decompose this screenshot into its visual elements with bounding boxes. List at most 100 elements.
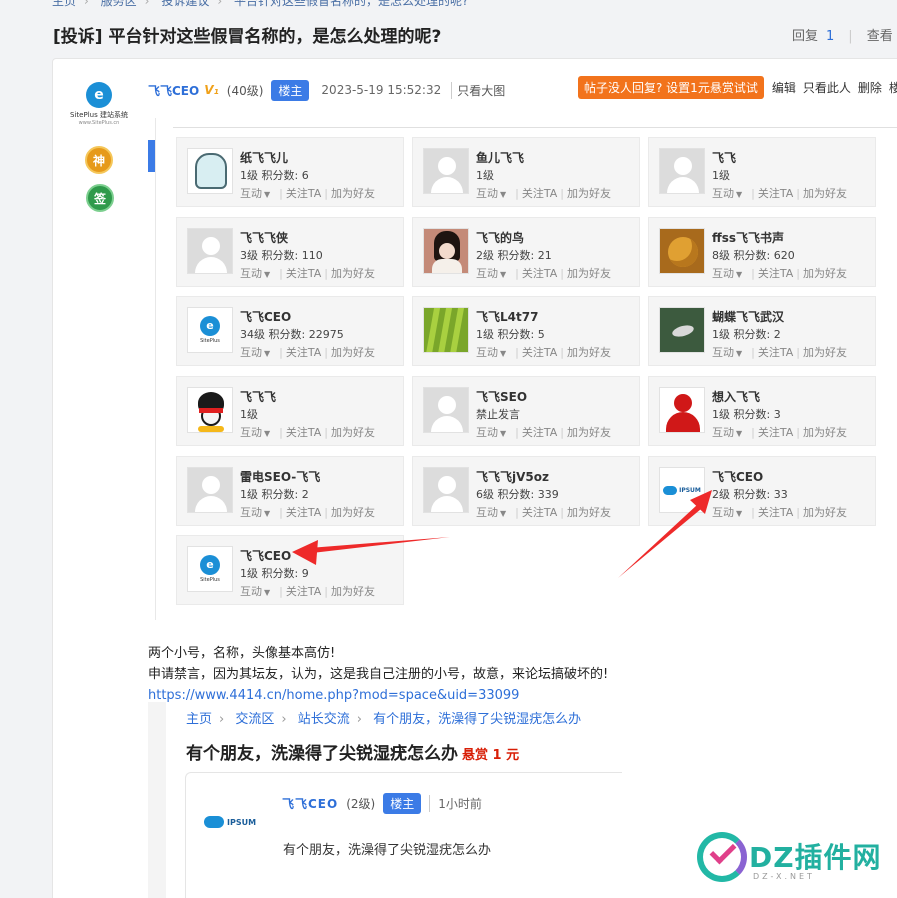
embedded-breadcrumb-home[interactable]: 主页 — [186, 712, 212, 727]
embedded-author-name[interactable]: 飞飞CEO — [282, 795, 338, 812]
follow-link[interactable]: 关注TA — [522, 426, 557, 439]
interact-dropdown[interactable]: 互动 — [240, 187, 262, 200]
user-card[interactable]: 飞飞L4t77 1级 积分数: 5 互动 ▼ | 关注TA | 加为好友 — [412, 296, 640, 366]
add-friend-link[interactable]: 加为好友 — [331, 187, 375, 200]
breadcrumb-complaint[interactable]: 投诉建议 — [161, 0, 209, 8]
user-name[interactable]: 飞飞CEO — [240, 308, 291, 325]
user-card[interactable]: e SitePlus 飞飞CEO 1级 积分数: 9 互动 ▼ | 关注TA | 加为好友 — [176, 535, 404, 605]
user-avatar[interactable] — [187, 467, 233, 513]
user-avatar[interactable]: e SitePlus — [187, 307, 233, 353]
user-name[interactable]: 飞飞飞 — [240, 388, 276, 405]
vip-badge-icon[interactable]: V₁ — [204, 83, 219, 97]
user-card[interactable]: 飞飞飞jV5oz 6级 积分数: 339 互动 ▼ | 关注TA | 加为好友 — [412, 456, 640, 526]
add-friend-link[interactable]: 加为好友 — [331, 267, 375, 280]
author-name[interactable]: 飞飞CEO — [148, 82, 199, 99]
follow-link[interactable]: 关注TA — [522, 346, 557, 359]
add-friend-link[interactable]: 加为好友 — [803, 187, 847, 200]
user-card[interactable]: 纸飞飞儿 1级 积分数: 6 互动 ▼ | 关注TA | 加为好友 — [176, 137, 404, 207]
user-card[interactable]: 想入飞飞 1级 积分数: 3 互动 ▼ | 关注TA | 加为好友 — [648, 376, 876, 446]
add-friend-link[interactable]: 加为好友 — [803, 506, 847, 519]
user-avatar[interactable] — [423, 307, 469, 353]
embedded-avatar[interactable]: IPSUM — [204, 808, 260, 836]
interact-dropdown[interactable]: 互动 — [712, 346, 734, 359]
user-name[interactable]: 飞飞L4t77 — [476, 308, 538, 325]
add-friend-link[interactable]: 加为好友 — [331, 506, 375, 519]
embedded-breadcrumb-webmaster[interactable]: 站长交流 — [298, 712, 350, 727]
user-avatar[interactable] — [659, 148, 705, 194]
add-friend-link[interactable]: 加为好友 — [567, 426, 611, 439]
delete-link[interactable]: 删除 — [858, 79, 882, 96]
follow-link[interactable]: 关注TA — [522, 267, 557, 280]
user-card[interactable]: 飞飞飞侠 3级 积分数: 110 互动 ▼ | 关注TA | 加为好友 — [176, 217, 404, 287]
only-image-link[interactable]: 只看大图 — [451, 81, 505, 99]
user-name[interactable]: 飞飞CEO — [712, 468, 763, 485]
user-avatar[interactable] — [423, 387, 469, 433]
add-friend-link[interactable]: 加为好友 — [803, 426, 847, 439]
add-friend-link[interactable]: 加为好友 — [803, 267, 847, 280]
floor-link[interactable]: 楼 — [889, 79, 897, 96]
add-friend-link[interactable]: 加为好友 — [567, 187, 611, 200]
only-author-link[interactable]: 只看此人 — [803, 79, 851, 96]
user-name[interactable]: 雷电SEO-飞飞 — [240, 468, 320, 485]
user-card[interactable]: IPSUM 飞飞CEO 2级 积分数: 33 互动 ▼ | 关注TA | 加为好友 — [648, 456, 876, 526]
interact-dropdown[interactable]: 互动 — [476, 346, 498, 359]
follow-link[interactable]: 关注TA — [758, 346, 793, 359]
breadcrumb-home[interactable]: 主页 — [52, 0, 76, 8]
user-avatar[interactable] — [659, 387, 705, 433]
user-card[interactable]: 飞飞 1级 互动 ▼ | 关注TA | 加为好友 — [648, 137, 876, 207]
add-friend-link[interactable]: 加为好友 — [331, 346, 375, 359]
user-name[interactable]: ffss飞飞书声 — [712, 229, 784, 246]
user-name[interactable]: 飞飞飞jV5oz — [476, 468, 549, 485]
interact-dropdown[interactable]: 互动 — [240, 426, 262, 439]
interact-dropdown[interactable]: 互动 — [712, 426, 734, 439]
interact-dropdown[interactable]: 互动 — [712, 187, 734, 200]
follow-link[interactable]: 关注TA — [286, 426, 321, 439]
interact-dropdown[interactable]: 互动 — [476, 267, 498, 280]
follow-link[interactable]: 关注TA — [522, 187, 557, 200]
interact-dropdown[interactable]: 互动 — [240, 506, 262, 519]
qian-medal-icon[interactable]: 签 — [81, 180, 119, 216]
user-avatar[interactable] — [423, 467, 469, 513]
user-card[interactable]: 飞飞SEO 禁止发言 互动 ▼ | 关注TA | 加为好友 — [412, 376, 640, 446]
embedded-breadcrumb-current[interactable]: 有个朋友，洗澡得了尖锐湿疣怎么办 — [373, 712, 581, 727]
user-avatar[interactable]: e SitePlus — [187, 546, 233, 592]
follow-link[interactable]: 关注TA — [286, 585, 321, 598]
user-card[interactable]: 蝴蝶飞飞武汉 1级 积分数: 2 互动 ▼ | 关注TA | 加为好友 — [648, 296, 876, 366]
user-avatar[interactable] — [659, 228, 705, 274]
user-card[interactable]: 雷电SEO-飞飞 1级 积分数: 2 互动 ▼ | 关注TA | 加为好友 — [176, 456, 404, 526]
add-friend-link[interactable]: 加为好友 — [567, 346, 611, 359]
user-card[interactable]: 鱼儿飞飞 1级 互动 ▼ | 关注TA | 加为好友 — [412, 137, 640, 207]
user-avatar[interactable]: IPSUM — [659, 467, 705, 513]
embedded-breadcrumb-exchange[interactable]: 交流区 — [235, 712, 274, 727]
user-card[interactable]: ffss飞飞书声 8级 积分数: 620 互动 ▼ | 关注TA | 加为好友 — [648, 217, 876, 287]
user-name[interactable]: 纸飞飞儿 — [240, 149, 288, 166]
follow-link[interactable]: 关注TA — [758, 426, 793, 439]
user-avatar[interactable] — [187, 228, 233, 274]
interact-dropdown[interactable]: 互动 — [476, 426, 498, 439]
edit-link[interactable]: 编辑 — [772, 79, 796, 96]
follow-link[interactable]: 关注TA — [758, 187, 793, 200]
user-avatar[interactable] — [423, 148, 469, 194]
user-avatar[interactable] — [187, 148, 233, 194]
interact-dropdown[interactable]: 互动 — [240, 585, 262, 598]
user-name[interactable]: 飞飞飞侠 — [240, 229, 288, 246]
user-avatar[interactable] — [659, 307, 705, 353]
follow-link[interactable]: 关注TA — [286, 346, 321, 359]
user-card[interactable]: 飞飞的鸟 2级 积分数: 21 互动 ▼ | 关注TA | 加为好友 — [412, 217, 640, 287]
user-name[interactable]: 蝴蝶飞飞武汉 — [712, 308, 784, 325]
breadcrumb-service[interactable]: 服务区 — [101, 0, 137, 8]
user-avatar[interactable] — [423, 228, 469, 274]
interact-dropdown[interactable]: 互动 — [240, 267, 262, 280]
bounty-button[interactable]: 帖子没人回复? 设置1元悬赏试试 — [578, 75, 764, 99]
add-friend-link[interactable]: 加为好友 — [567, 267, 611, 280]
author-avatar[interactable]: e SitePlus 建站系统 www.SitePlus.cn — [66, 80, 132, 130]
interact-dropdown[interactable]: 互动 — [476, 506, 498, 519]
user-name[interactable]: 想入飞飞 — [712, 388, 760, 405]
add-friend-link[interactable]: 加为好友 — [567, 506, 611, 519]
follow-link[interactable]: 关注TA — [758, 267, 793, 280]
interact-dropdown[interactable]: 互动 — [476, 187, 498, 200]
user-card[interactable]: e SitePlus 飞飞CEO 34级 积分数: 22975 互动 ▼ | 关注TA | 加为好… — [176, 296, 404, 366]
add-friend-link[interactable]: 加为好友 — [803, 346, 847, 359]
follow-link[interactable]: 关注TA — [286, 506, 321, 519]
user-name[interactable]: 飞飞CEO — [240, 547, 291, 564]
